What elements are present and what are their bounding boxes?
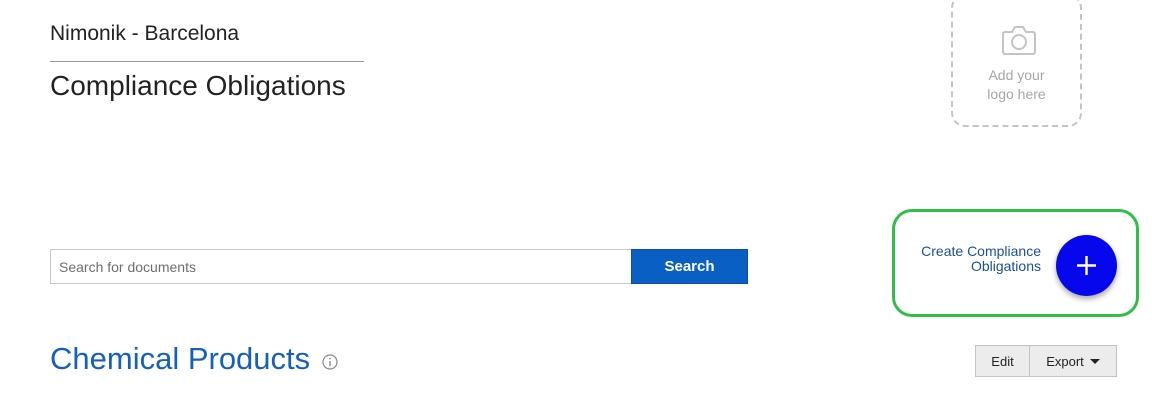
plus-icon bbox=[1077, 256, 1096, 275]
logo-upload-line1: Add your bbox=[988, 67, 1045, 83]
logo-upload-line2: logo here bbox=[987, 86, 1046, 102]
section-title: Chemical Products bbox=[50, 341, 311, 376]
page-title: Compliance Obligations bbox=[50, 70, 346, 101]
create-compliance-button[interactable] bbox=[1056, 235, 1117, 296]
header-divider bbox=[50, 61, 364, 62]
search-input[interactable] bbox=[50, 249, 632, 284]
search-button[interactable]: Search bbox=[631, 249, 748, 284]
create-label-line1: Create Compliance bbox=[921, 243, 1041, 259]
export-label: Export bbox=[1046, 353, 1084, 369]
export-button[interactable]: Export bbox=[1030, 345, 1117, 377]
edit-button[interactable]: Edit bbox=[975, 345, 1030, 377]
section-actions: Edit Export bbox=[975, 345, 1117, 377]
organization-name: Nimonik - Barcelona bbox=[50, 22, 240, 45]
caret-down-icon bbox=[1089, 358, 1100, 364]
create-compliance-link[interactable]: Create Compliance Obligations bbox=[898, 244, 1041, 274]
camera-icon bbox=[1002, 26, 1036, 55]
info-icon[interactable] bbox=[322, 354, 338, 370]
logo-upload-text: Add your logo here bbox=[953, 66, 1080, 104]
create-label-line2: Obligations bbox=[970, 258, 1041, 274]
logo-upload-area[interactable]: Add your logo here bbox=[951, 0, 1082, 127]
